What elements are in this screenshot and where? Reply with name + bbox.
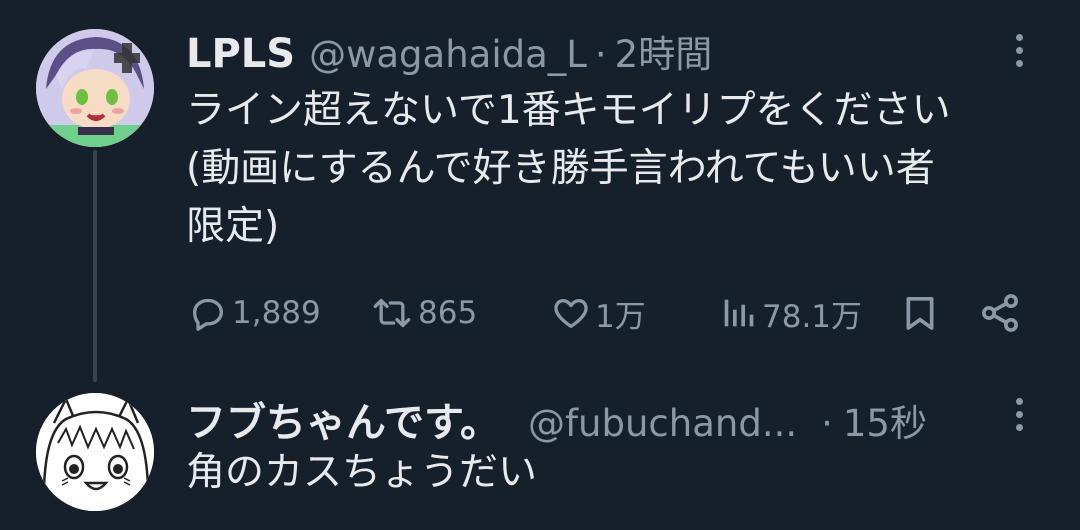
views-icon <box>724 299 754 327</box>
reply-count: 1,889 <box>232 295 321 331</box>
tweet-action-bar: 1,889 865 1万 78.1万 <box>186 288 1036 338</box>
timestamp[interactable]: 15秒 <box>843 393 927 447</box>
bookmark-button[interactable] <box>900 288 940 338</box>
share-icon <box>982 294 1018 332</box>
bookmark-icon <box>906 297 934 330</box>
user-handle[interactable]: @wagahaida_L <box>309 33 587 76</box>
like-count: 1万 <box>595 298 646 335</box>
display-name[interactable]: フブちゃんです。 <box>186 390 500 448</box>
reply-button[interactable]: 1,889 <box>188 288 321 338</box>
separator-dot: · <box>594 33 607 76</box>
tweet-header: フブちゃんです。 @fubuchand... · 15秒 <box>186 390 927 448</box>
tweet-text-line: 限定) <box>186 204 280 249</box>
tweet-text-line: (動画にするんで好き勝手言われてもいい者 <box>186 146 935 191</box>
more-options-icon[interactable] <box>1014 34 1024 67</box>
user-handle[interactable]: @fubuchand... <box>528 402 797 445</box>
tweet-text-line: ライン超えないで1番キモイリプをください <box>186 88 951 133</box>
views-count: 78.1万 <box>762 298 863 335</box>
like-button[interactable]: 1万 <box>551 288 646 338</box>
thread-view: LPLS @wagahaida_L · 2時間 ライン超えないで1番キモイリプを… <box>0 0 1080 530</box>
retweet-count: 865 <box>418 295 478 331</box>
views-button[interactable]: 78.1万 <box>718 288 862 338</box>
thread-connector-line <box>93 150 97 382</box>
retweet-button[interactable]: 865 <box>370 288 477 338</box>
tweet-text: ライン超えないで1番キモイリプをください (動画にするんで好き勝手言われてもいい… <box>186 82 1046 256</box>
reply-icon <box>193 298 223 331</box>
tweet-header: LPLS @wagahaida_L · 2時間 <box>186 24 712 78</box>
heart-icon <box>554 299 588 328</box>
more-options-icon[interactable] <box>1014 398 1024 431</box>
tweet-text-line: 角のカスちょうだい <box>186 450 538 495</box>
share-button[interactable] <box>978 288 1022 338</box>
display-name[interactable]: LPLS <box>186 31 295 77</box>
avatar[interactable] <box>36 393 154 511</box>
timestamp[interactable]: 2時間 <box>615 24 713 78</box>
avatar[interactable] <box>36 29 154 147</box>
tweet-text: 角のカスちょうだい <box>186 444 1046 502</box>
separator-dot: · <box>821 402 833 445</box>
retweet-icon <box>373 298 411 328</box>
